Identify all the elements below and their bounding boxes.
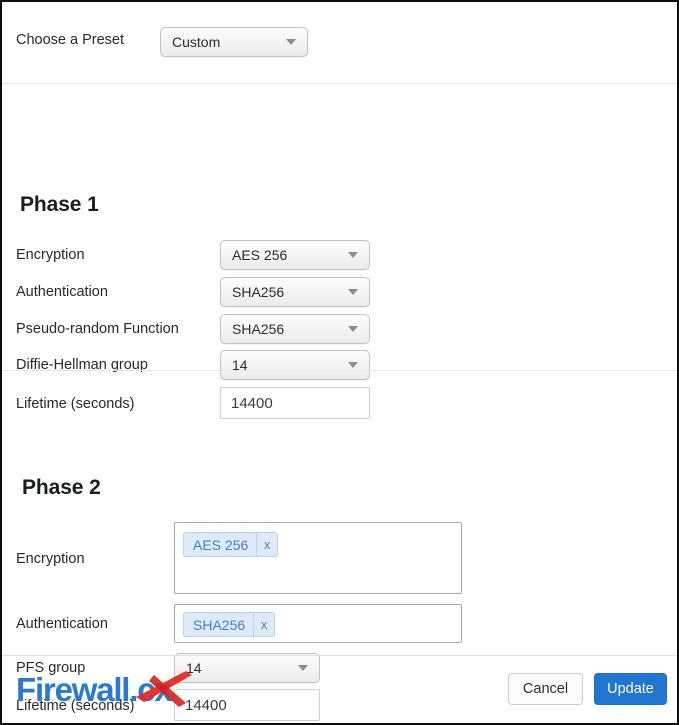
ipsec-proposal-dialog: Choose a Preset Custom Phase 1 Encryptio…	[0, 0, 679, 725]
cancel-button[interactable]: Cancel	[508, 673, 583, 705]
chevron-down-icon	[348, 362, 358, 368]
chevron-down-icon	[286, 39, 296, 45]
phase1-authentication-select[interactable]: SHA256	[220, 277, 370, 307]
preset-section: Choose a Preset Custom	[2, 2, 677, 83]
phase1-authentication-label: Authentication	[16, 284, 108, 300]
phase1-prf-label: Pseudo-random Function	[16, 321, 179, 337]
phase1-heading: Phase 1	[20, 193, 99, 216]
phase1-lifetime-label: Lifetime (seconds)	[16, 396, 135, 412]
phase1-lifetime-input[interactable]: 14400	[220, 387, 370, 419]
phase1-encryption-select[interactable]: AES 256	[220, 240, 370, 270]
phase1-encryption-value: AES 256	[232, 247, 288, 263]
phase1-encryption-label: Encryption	[16, 247, 85, 263]
token-label: SHA256	[193, 616, 246, 633]
dialog-footer: Firewall.cx Cancel Update	[2, 655, 677, 723]
phase2-encryption-label: Encryption	[16, 551, 85, 567]
phase2-authentication-tokenbox[interactable]: SHA256 x	[174, 604, 462, 643]
section-divider-1	[2, 83, 677, 84]
token-label: AES 256	[193, 536, 249, 553]
phase1-authentication-value: SHA256	[232, 284, 285, 300]
footer-divider	[2, 655, 677, 656]
phase1-dh-group-select[interactable]: 14	[220, 350, 370, 380]
phase2-heading: Phase 2	[22, 476, 101, 499]
phase1-lifetime-value: 14400	[231, 394, 273, 412]
logo-wordmark: Firewall.cx	[16, 671, 173, 708]
chevron-down-icon	[348, 289, 358, 295]
section-divider-2	[2, 370, 677, 371]
firewall-cx-logo-svg: Firewall.cx	[16, 671, 192, 708]
token-remove-icon[interactable]: x	[256, 533, 277, 556]
phase2-encryption-tokenbox[interactable]: AES 256 x	[174, 522, 462, 594]
chevron-down-icon	[348, 252, 358, 258]
token-chip[interactable]: SHA256 x	[183, 612, 276, 637]
phase1-prf-value: SHA256	[232, 321, 285, 337]
token-remove-icon[interactable]: x	[253, 613, 274, 636]
update-button[interactable]: Update	[594, 673, 667, 705]
phase2-authentication-label: Authentication	[16, 616, 108, 632]
preset-select[interactable]: Custom	[160, 27, 308, 57]
token-chip[interactable]: AES 256 x	[183, 532, 279, 557]
firewall-cx-logo: Firewall.cx	[16, 669, 196, 713]
phase1-prf-select[interactable]: SHA256	[220, 314, 370, 344]
preset-label: Choose a Preset	[16, 32, 125, 48]
preset-select-value: Custom	[172, 34, 221, 50]
chevron-down-icon	[348, 326, 358, 332]
